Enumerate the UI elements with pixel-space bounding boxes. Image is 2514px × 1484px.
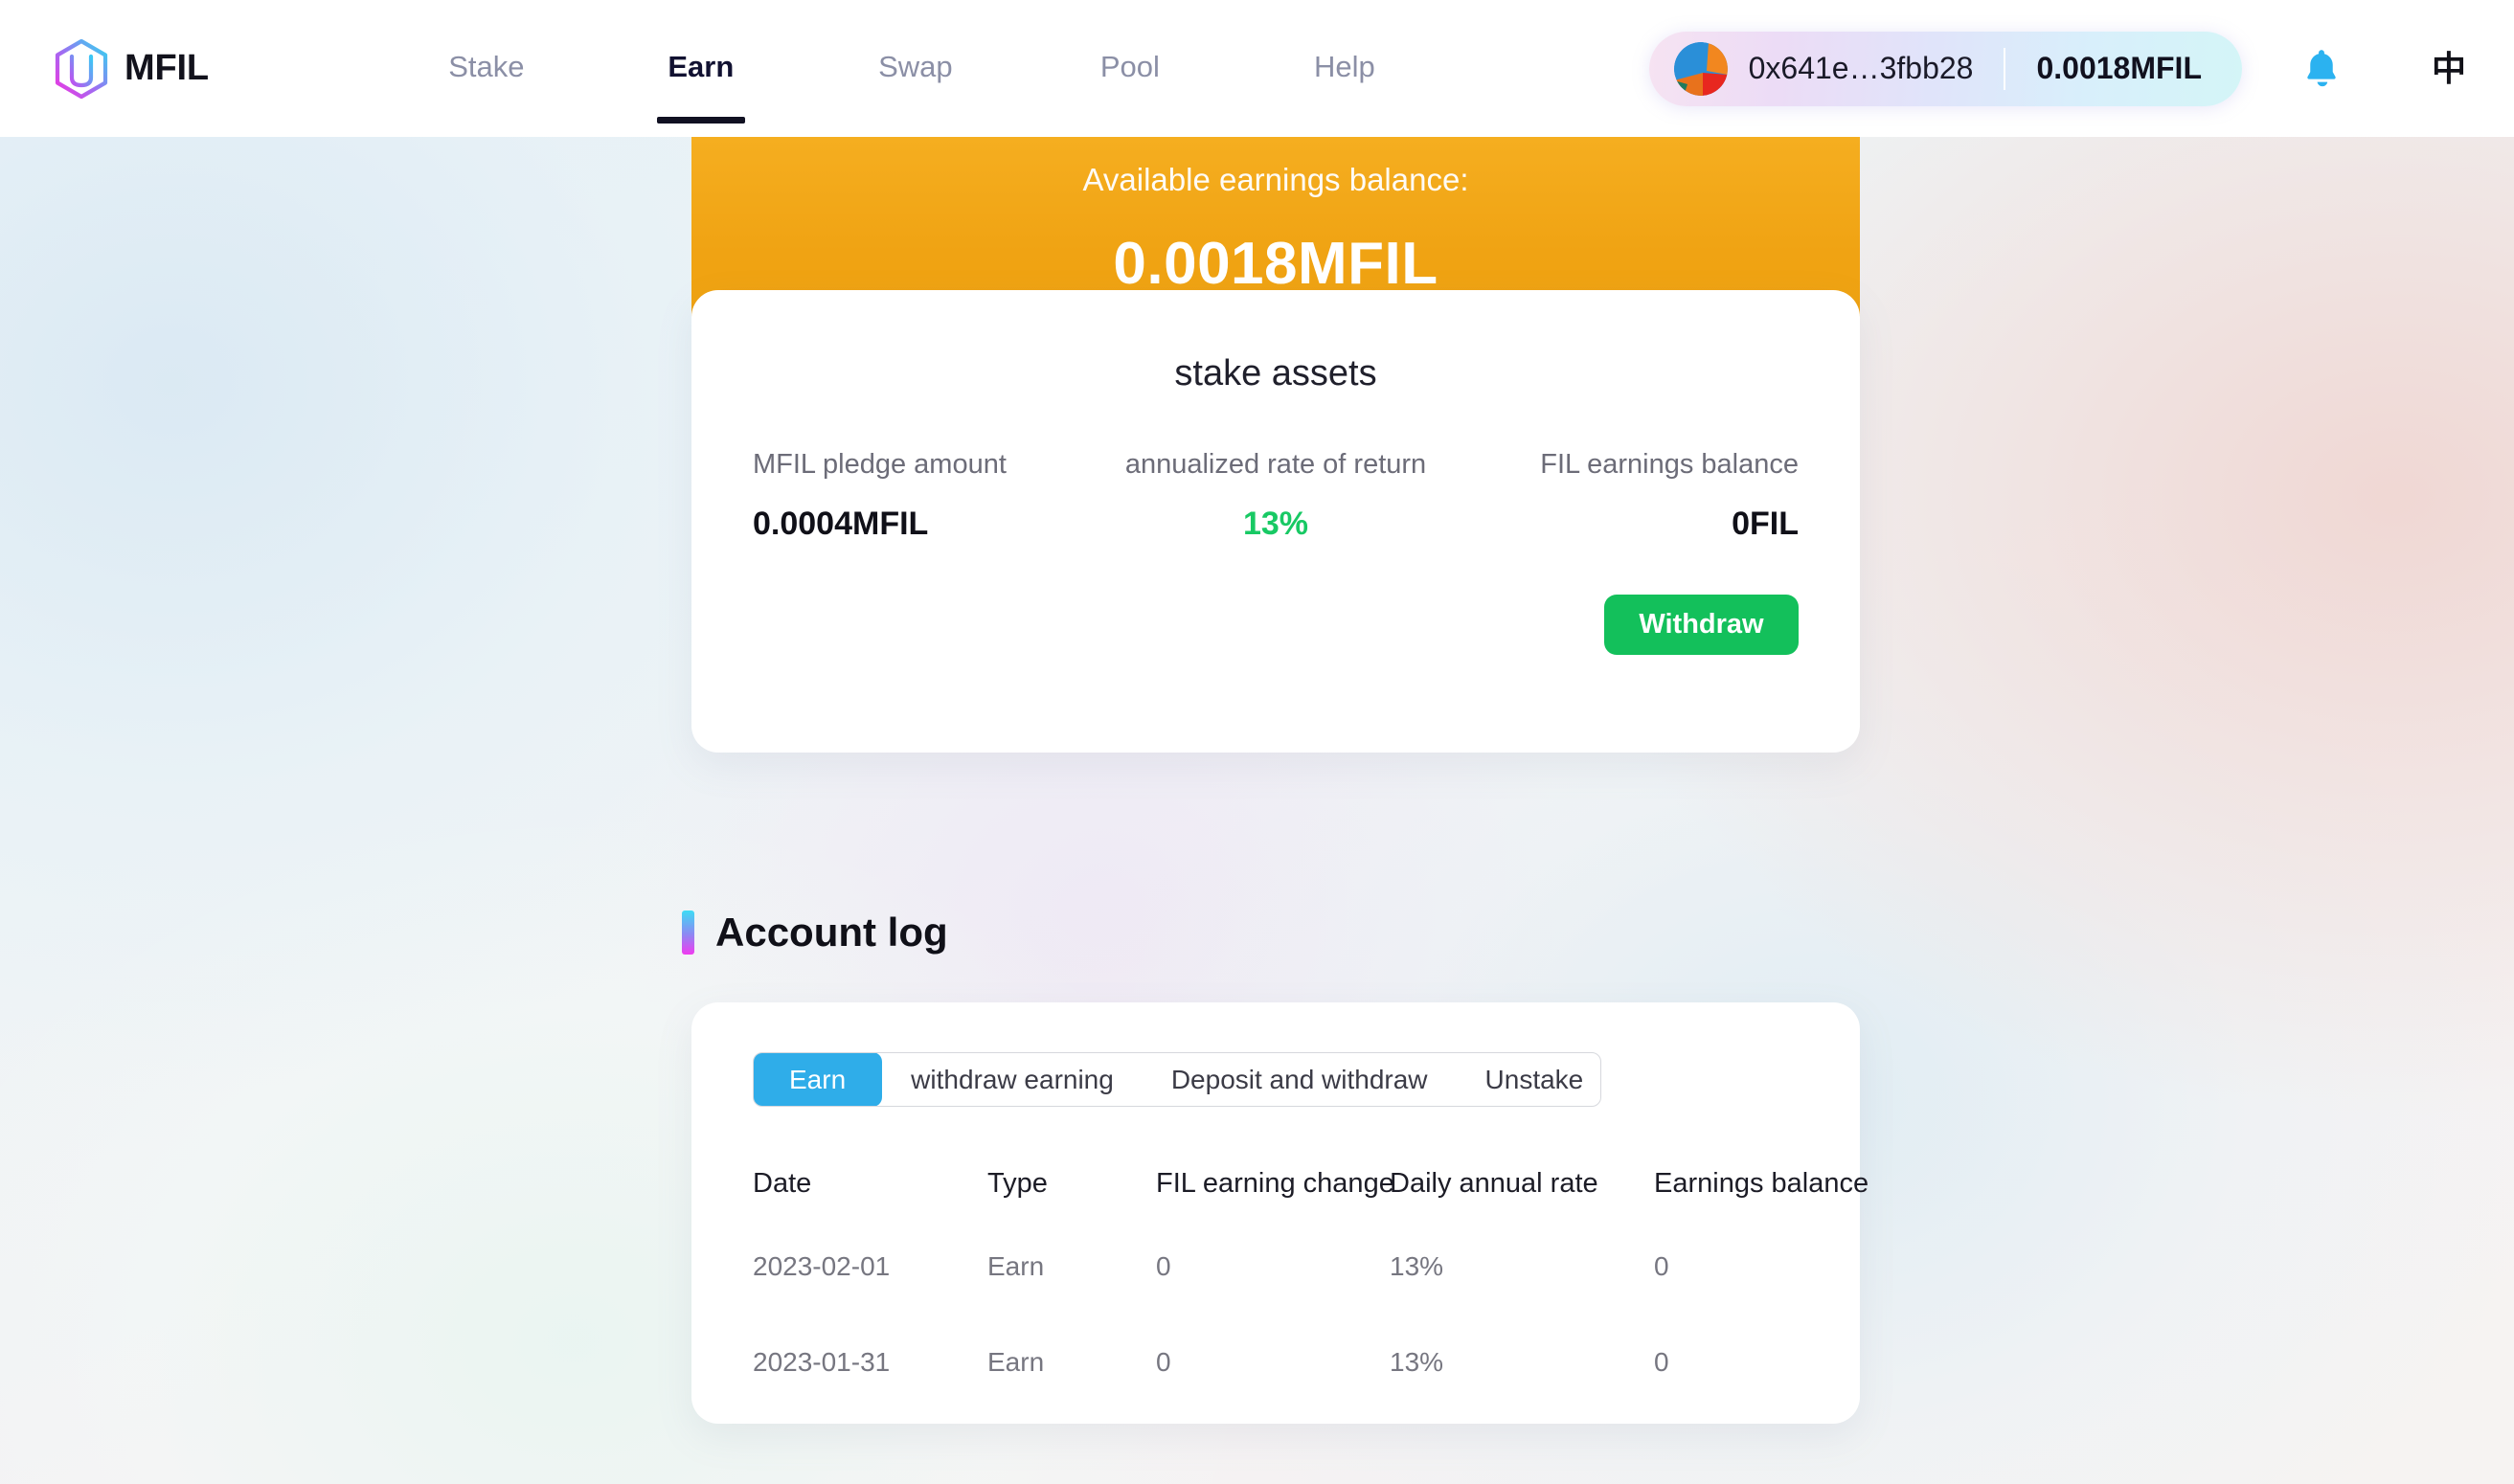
nav-item-label: Stake bbox=[448, 50, 525, 83]
metric-pledge-amount: MFIL pledge amount 0.0004MFIL bbox=[753, 449, 1101, 542]
top-navigation-bar: MFIL Stake Earn Swap Pool Help 0x641e…3f… bbox=[0, 0, 2514, 137]
metric-value: 13% bbox=[1242, 506, 1309, 542]
nav-item-help[interactable]: Help bbox=[1237, 52, 1452, 124]
nav-item-label: Help bbox=[1313, 50, 1375, 83]
column-header-type: Type bbox=[987, 1168, 1048, 1199]
topbar-actions: 0x641e…3fbb28 0.0018MFIL 中 bbox=[1648, 31, 2466, 106]
main-content: Available earnings balance: 0.0018MFIL s… bbox=[682, 137, 1869, 1424]
tab-deposit-and-withdraw[interactable]: Deposit and withdraw bbox=[1143, 1053, 1457, 1106]
section-accent-bar bbox=[682, 911, 694, 955]
cell-daily-annual-rate: 13% bbox=[1390, 1251, 1444, 1281]
tab-label: Unstake bbox=[1484, 1064, 1584, 1094]
account-log-title: Account log bbox=[715, 910, 948, 955]
wallet-blockie-avatar-icon bbox=[1673, 41, 1728, 96]
tab-unstake[interactable]: Unstake bbox=[1457, 1053, 1600, 1106]
nav-links: Stake Earn Swap Pool Help bbox=[379, 13, 1452, 124]
withdraw-button[interactable]: Withdraw bbox=[1604, 595, 1799, 655]
tab-label: withdraw earning bbox=[911, 1064, 1114, 1094]
stake-assets-card: stake assets MFIL pledge amount 0.0004MF… bbox=[691, 290, 1860, 753]
bell-icon bbox=[2307, 49, 2336, 86]
nav-item-label: Pool bbox=[1099, 50, 1160, 83]
tab-earn[interactable]: Earn bbox=[754, 1053, 883, 1106]
brand-name: MFIL bbox=[125, 48, 209, 88]
cell-type: Earn bbox=[987, 1251, 1045, 1281]
wallet-pill[interactable]: 0x641e…3fbb28 0.0018MFIL bbox=[1648, 31, 2242, 106]
column-header-daily-annual-rate: Daily annual rate bbox=[1390, 1168, 1598, 1199]
column-header-fil-earning-change: FIL earning change bbox=[1156, 1168, 1394, 1199]
brand-logo[interactable]: MFIL bbox=[54, 38, 209, 99]
nav-item-earn[interactable]: Earn bbox=[594, 52, 808, 124]
wallet-balance: 0.0018MFIL bbox=[2036, 51, 2202, 85]
available-earnings-value: 0.0018MFIL bbox=[1113, 231, 1438, 297]
nav-item-swap[interactable]: Swap bbox=[808, 52, 1023, 124]
table-body: 2023-02-01 Earn 0 13% 0 2023-01-31 Earn … bbox=[753, 1219, 1799, 1410]
column-header-earnings-balance: Earnings balance bbox=[1654, 1168, 1869, 1199]
nav-item-label: Earn bbox=[668, 50, 735, 83]
stake-metrics: MFIL pledge amount 0.0004MFIL annualized… bbox=[753, 449, 1799, 542]
stake-assets-title: stake assets bbox=[1174, 353, 1377, 393]
cell-fil-earning-change: 0 bbox=[1156, 1347, 1171, 1377]
metric-label: FIL earnings balance bbox=[1540, 449, 1799, 480]
cell-earnings-balance: 0 bbox=[1654, 1347, 1669, 1377]
metric-value: 0FIL bbox=[1732, 506, 1799, 542]
wallet-divider bbox=[2004, 47, 2006, 90]
metric-label: MFIL pledge amount bbox=[753, 449, 1007, 480]
account-log-card: Earn withdraw earning Deposit and withdr… bbox=[691, 1002, 1869, 1424]
metric-label: annualized rate of return bbox=[1124, 449, 1427, 480]
table-header: Date Type FIL earning change Daily annua… bbox=[753, 1149, 1869, 1219]
table-row: 2023-02-01 Earn 0 13% 0 bbox=[753, 1219, 1799, 1315]
nav-item-label: Swap bbox=[878, 50, 953, 83]
cell-type: Earn bbox=[987, 1347, 1045, 1377]
cell-fil-earning-change: 0 bbox=[1156, 1251, 1171, 1281]
cell-date: 2023-01-31 bbox=[753, 1347, 891, 1377]
account-log-table: Date Type FIL earning change Daily annua… bbox=[753, 1149, 1869, 1410]
metric-fil-earnings-balance: FIL earnings balance 0FIL bbox=[1450, 449, 1799, 542]
mfil-hexagon-logo-icon bbox=[55, 38, 108, 99]
available-earnings-label: Available earnings balance: bbox=[1082, 162, 1469, 197]
wallet-address: 0x641e…3fbb28 bbox=[1748, 51, 1974, 85]
tab-label: Earn bbox=[789, 1064, 847, 1094]
withdraw-row: Withdraw bbox=[753, 595, 1799, 655]
notifications-button[interactable] bbox=[2296, 43, 2347, 95]
metric-annualized-rate: annualized rate of return 13% bbox=[1101, 449, 1450, 542]
metric-value: 0.0004MFIL bbox=[753, 506, 929, 542]
language-switcher-button[interactable]: 中 bbox=[2432, 51, 2466, 86]
tab-label: Deposit and withdraw bbox=[1170, 1064, 1428, 1094]
column-header-date: Date bbox=[753, 1168, 812, 1199]
cell-date: 2023-02-01 bbox=[753, 1251, 891, 1281]
table-row: 2023-01-31 Earn 0 13% 0 bbox=[753, 1315, 1799, 1410]
account-log-tabs: Earn withdraw earning Deposit and withdr… bbox=[753, 1052, 1601, 1107]
table-header-row: Date Type FIL earning change Daily annua… bbox=[753, 1149, 1869, 1219]
account-log-heading: Account log bbox=[682, 911, 1860, 955]
cell-daily-annual-rate: 13% bbox=[1390, 1347, 1444, 1377]
tab-withdraw-earning[interactable]: withdraw earning bbox=[882, 1053, 1143, 1106]
nav-item-stake[interactable]: Stake bbox=[379, 52, 594, 124]
nav-item-pool[interactable]: Pool bbox=[1023, 52, 1237, 124]
cell-earnings-balance: 0 bbox=[1654, 1251, 1669, 1281]
